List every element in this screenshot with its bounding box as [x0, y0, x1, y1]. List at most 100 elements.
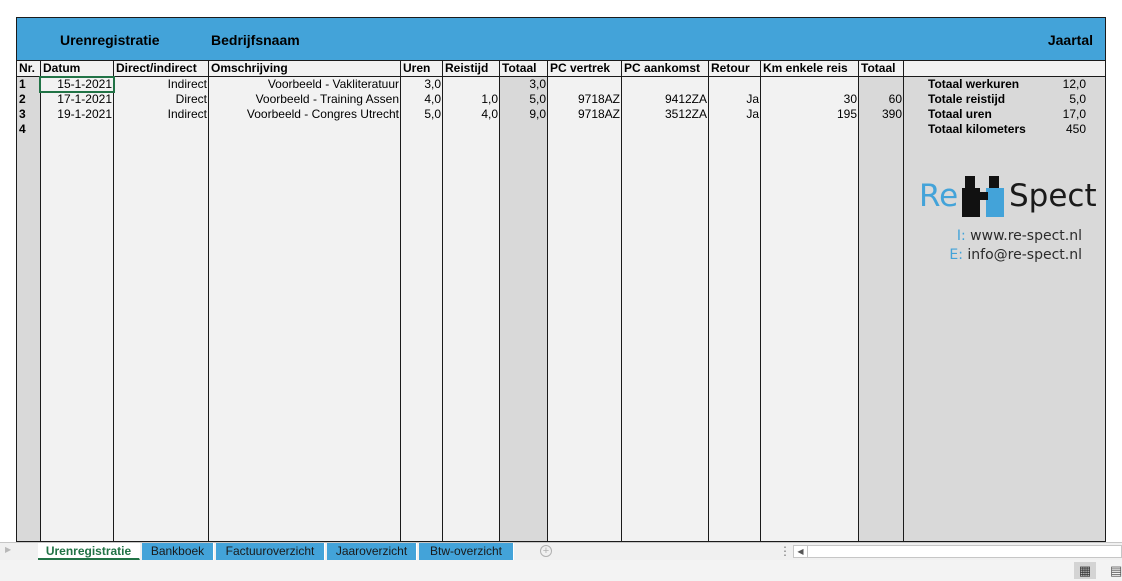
cell-pc-vertrek[interactable]: 9718AZ [548, 92, 622, 107]
triangle-left-icon[interactable]: ▶ [5, 545, 11, 554]
summary-value[interactable]: 450 [1066, 122, 1086, 137]
plus-circle-icon[interactable]: + [540, 545, 552, 557]
cell-km-totaal[interactable] [859, 77, 904, 92]
cell-km-totaal[interactable]: 60 [859, 92, 904, 107]
logo-text-re: Re [919, 178, 959, 214]
cell-totaal[interactable]: 3,0 [500, 77, 548, 92]
summary-label[interactable]: Totaal uren [928, 107, 992, 122]
email-line[interactable]: E: info@re-spect.nl [949, 247, 1082, 263]
header-nr[interactable]: Nr. [17, 61, 41, 76]
horizontal-scrollbar[interactable]: ◀ [793, 545, 1122, 558]
cell-km[interactable] [761, 77, 859, 92]
cell-direct-indirect[interactable]: Direct [114, 92, 209, 107]
summary-label[interactable]: Totale reistijd [928, 92, 1005, 107]
cell-km[interactable]: 195 [761, 107, 859, 122]
nr-column-shading [17, 77, 40, 541]
internet-prefix: I: [956, 228, 966, 244]
tab-jaaroverzicht[interactable]: Jaaroverzicht [327, 543, 417, 560]
header-km-totaal[interactable]: Totaal [859, 61, 904, 76]
cell-pc-vertrek[interactable]: 9718AZ [548, 107, 622, 122]
cell-nr[interactable]: 2 [17, 92, 40, 107]
cell-retour[interactable] [709, 77, 761, 92]
cell-omschrijving[interactable]: Voorbeeld - Congres Utrecht [209, 107, 401, 122]
grid-icon[interactable]: ▦ [1074, 562, 1096, 579]
cell-uren[interactable]: 3,0 [401, 77, 443, 92]
spreadsheet-grid[interactable]: Urenregistratie Bedrijfsnaam Jaartal Nr.… [16, 17, 1106, 542]
summary-panel [904, 77, 1105, 541]
cell-direct-indirect[interactable]: Indirect [114, 77, 209, 92]
respect-logo: Re Spect [919, 174, 1099, 219]
cell-nr[interactable]: 3 [17, 107, 40, 122]
tab-bankboek[interactable]: Bankboek [142, 543, 214, 560]
table-row: 4 [17, 122, 903, 137]
cell-reistijd[interactable]: 4,0 [443, 107, 500, 122]
km-totaal-column-shading [859, 77, 904, 541]
cell-datum[interactable]: 17-1-2021 [40, 92, 114, 107]
cell-retour[interactable]: Ja [709, 107, 761, 122]
summary-row-kilometers: Totaal kilometers 450 [928, 122, 1086, 137]
cell-reistijd[interactable] [443, 77, 500, 92]
cell-nr[interactable]: 1 [17, 77, 40, 92]
page-layout-icon[interactable]: ▤ [1110, 562, 1122, 579]
binoculars-icon [962, 176, 1004, 217]
title-banner: Urenregistratie Bedrijfsnaam Jaartal [17, 18, 1105, 61]
header-omschrijving[interactable]: Omschrijving [209, 61, 401, 76]
splitter-handle[interactable]: ⋮ [779, 544, 791, 558]
sheet-tab-bar: ▶ Urenregistratie Bankboek Factuuroverzi… [0, 542, 1122, 560]
header-retour[interactable]: Retour [709, 61, 761, 76]
logo-text-spect: Spect [1009, 178, 1097, 214]
header-totaal[interactable]: Totaal [500, 61, 548, 76]
tab-factuuroverzicht[interactable]: Factuuroverzicht [216, 543, 325, 560]
cell-km[interactable]: 30 [761, 92, 859, 107]
cell-uren[interactable]: 4,0 [401, 92, 443, 107]
email-link[interactable]: info@re-spect.nl [967, 247, 1082, 263]
cell-reistijd[interactable]: 1,0 [443, 92, 500, 107]
cell-uren[interactable]: 5,0 [401, 107, 443, 122]
summary-row-reistijd: Totale reistijd 5,0 [928, 92, 1086, 107]
header-km-enkele-reis[interactable]: Km enkele reis [761, 61, 859, 76]
cell-totaal[interactable]: 9,0 [500, 107, 548, 122]
summary-value[interactable]: 5,0 [1069, 92, 1086, 107]
table-row: 1 15-1-2021 Indirect Voorbeeld - Vaklite… [17, 76, 904, 93]
header-direct-indirect[interactable]: Direct/indirect [114, 61, 209, 76]
cell-datum[interactable]: 19-1-2021 [40, 107, 114, 122]
header-datum[interactable]: Datum [41, 61, 114, 76]
summary-row-uren: Totaal uren 17,0 [928, 107, 1086, 122]
status-bar: ▦ ▤ [0, 560, 1122, 581]
summary-label[interactable]: Totaal kilometers [928, 122, 1026, 137]
email-prefix: E: [949, 247, 963, 263]
header-uren[interactable]: Uren [401, 61, 443, 76]
tab-btw-overzicht[interactable]: Btw-overzicht [419, 543, 514, 560]
website-link[interactable]: www.re-spect.nl [970, 228, 1082, 244]
website-line[interactable]: I: www.re-spect.nl [957, 228, 1082, 244]
cell-pc-aankomst[interactable]: 9412ZA [622, 92, 709, 107]
cell-retour[interactable]: Ja [709, 92, 761, 107]
cell-km-totaal[interactable]: 390 [859, 107, 904, 122]
cell-direct-indirect[interactable]: Indirect [114, 107, 209, 122]
cell-pc-aankomst[interactable] [622, 77, 709, 92]
cell-omschrijving[interactable]: Voorbeeld - Vakliteratuur [209, 77, 401, 92]
company-name[interactable]: Bedrijfsnaam [211, 32, 300, 48]
summary-value[interactable]: 17,0 [1063, 107, 1086, 122]
year-label[interactable]: Jaartal [1048, 32, 1093, 48]
cell-pc-aankomst[interactable]: 3512ZA [622, 107, 709, 122]
table-row: 2 17-1-2021 Direct Voorbeeld - Training … [17, 92, 903, 107]
tab-urenregistratie[interactable]: Urenregistratie [38, 543, 140, 560]
summary-label[interactable]: Totaal werkuren [928, 77, 1019, 92]
header-reistijd[interactable]: Reistijd [443, 61, 500, 76]
header-pc-aankomst[interactable]: PC aankomst [622, 61, 709, 76]
triangle-left-icon[interactable]: ◀ [794, 546, 808, 557]
cell-pc-vertrek[interactable] [548, 77, 622, 92]
column-header-row: Nr. Datum Direct/indirect Omschrijving U… [17, 61, 1105, 77]
header-pc-vertrek[interactable]: PC vertrek [548, 61, 622, 76]
summary-value[interactable]: 12,0 [1063, 77, 1086, 92]
table-row: 3 19-1-2021 Indirect Voorbeeld - Congres… [17, 107, 903, 122]
summary-row-werkuren: Totaal werkuren 12,0 [928, 77, 1086, 92]
totaal-column-shading [500, 77, 547, 541]
cell-omschrijving[interactable]: Voorbeeld - Training Assen [209, 92, 401, 107]
cell-datum-selected[interactable]: 15-1-2021 [39, 76, 115, 93]
cell-totaal[interactable]: 5,0 [500, 92, 548, 107]
sheet-title[interactable]: Urenregistratie [60, 32, 160, 48]
cell-nr[interactable]: 4 [17, 122, 40, 137]
column-divider [903, 61, 904, 541]
